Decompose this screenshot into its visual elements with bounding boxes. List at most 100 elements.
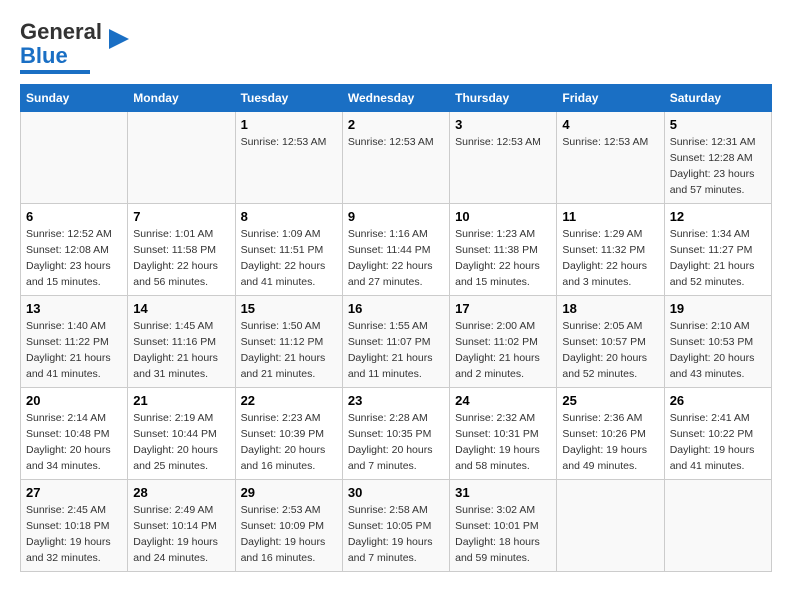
day-number: 23 — [348, 393, 444, 408]
calendar-cell: 25 Sunrise: 2:36 AMSunset: 10:26 PMDaylig… — [557, 388, 664, 480]
calendar-week-0: 1Sunrise: 12:53 AM2Sunrise: 12:53 AM3Sun… — [21, 112, 772, 204]
calendar-cell — [128, 112, 235, 204]
calendar-cell: 5Sunrise: 12:31 AMSunset: 12:28 AMDaylig… — [664, 112, 771, 204]
calendar-table: SundayMondayTuesdayWednesdayThursdayFrid… — [20, 84, 772, 572]
header-cell-monday: Monday — [128, 85, 235, 112]
header-cell-wednesday: Wednesday — [342, 85, 449, 112]
header-cell-saturday: Saturday — [664, 85, 771, 112]
calendar-cell: 11Sunrise: 1:29 AMSunset: 11:32 PMDaylig… — [557, 204, 664, 296]
calendar-week-3: 20 Sunrise: 2:14 AMSunset: 10:48 PMDaylig… — [21, 388, 772, 480]
calendar-cell: 31 Sunrise: 3:02 AMSunset: 10:01 PMDaylig… — [450, 480, 557, 572]
day-info: Sunrise: 12:53 AM — [241, 135, 337, 151]
calendar-week-2: 13Sunrise: 1:40 AMSunset: 11:22 PMDaylig… — [21, 296, 772, 388]
calendar-cell: 26 Sunrise: 2:41 AMSunset: 10:22 PMDaylig… — [664, 388, 771, 480]
day-info: Sunrise: 1:55 AMSunset: 11:07 PMDaylight… — [348, 319, 444, 382]
calendar-cell: 29 Sunrise: 2:53 AMSunset: 10:09 PMDaylig… — [235, 480, 342, 572]
calendar-cell: 20 Sunrise: 2:14 AMSunset: 10:48 PMDaylig… — [21, 388, 128, 480]
calendar-cell: 28Sunrise: 2:49 AMSunset: 10:14 PMDaylig… — [128, 480, 235, 572]
day-number: 1 — [241, 117, 337, 132]
day-number: 14 — [133, 301, 229, 316]
day-number: 15 — [241, 301, 337, 316]
day-info: Sunrise: 2:41 AMSunset: 10:22 PMDaylight… — [670, 411, 766, 474]
page-header: GeneralBlue — [20, 20, 772, 74]
day-info: Sunrise: 2:05 AMSunset: 10:57 PMDaylight… — [562, 319, 658, 382]
header-row: SundayMondayTuesdayWednesdayThursdayFrid… — [21, 85, 772, 112]
day-info: Sunrise: 2:53 AMSunset: 10:09 PMDaylight… — [241, 503, 337, 566]
day-number: 7 — [133, 209, 229, 224]
calendar-cell: 30 Sunrise: 2:58 AMSunset: 10:05 PMDaylig… — [342, 480, 449, 572]
calendar-cell: 1 Sunrise: 12:53 AM — [235, 112, 342, 204]
day-info: Sunrise: 2:10 AMSunset: 10:53 PMDaylight… — [670, 319, 766, 382]
calendar-cell: 21Sunrise: 2:19 AMSunset: 10:44 PMDaylig… — [128, 388, 235, 480]
logo-icon — [104, 24, 134, 54]
day-info: Sunrise: 2:28 AMSunset: 10:35 PMDaylight… — [348, 411, 444, 474]
day-info: Sunrise: 3:02 AMSunset: 10:01 PMDaylight… — [455, 503, 551, 566]
day-number: 20 — [26, 393, 122, 408]
calendar-cell: 4 Sunrise: 12:53 AM — [557, 112, 664, 204]
day-number: 30 — [348, 485, 444, 500]
calendar-header: SundayMondayTuesdayWednesdayThursdayFrid… — [21, 85, 772, 112]
day-info: Sunrise: 12:53 AM — [348, 135, 444, 151]
day-info: Sunrise: 12:52 AMSunset: 12:08 AMDayligh… — [26, 227, 122, 290]
day-info: Sunrise: 2:36 AMSunset: 10:26 PMDaylight… — [562, 411, 658, 474]
logo: GeneralBlue — [20, 20, 134, 74]
day-info: Sunrise: 1:23 AMSunset: 11:38 PMDaylight… — [455, 227, 551, 290]
day-info: Sunrise: 1:01 AMSunset: 11:58 PMDaylight… — [133, 227, 229, 290]
day-info: Sunrise: 2:58 AMSunset: 10:05 PMDaylight… — [348, 503, 444, 566]
calendar-cell: 3Sunrise: 12:53 AM — [450, 112, 557, 204]
calendar-cell: 14Sunrise: 1:45 AMSunset: 11:16 PMDaylig… — [128, 296, 235, 388]
logo-line — [20, 70, 90, 74]
day-info: Sunrise: 1:09 AMSunset: 11:51 PMDaylight… — [241, 227, 337, 290]
day-info: Sunrise: 2:14 AMSunset: 10:48 PMDaylight… — [26, 411, 122, 474]
header-cell-tuesday: Tuesday — [235, 85, 342, 112]
day-info: Sunrise: 2:19 AMSunset: 10:44 PMDaylight… — [133, 411, 229, 474]
day-number: 29 — [241, 485, 337, 500]
calendar-cell: 23 Sunrise: 2:28 AMSunset: 10:35 PMDaylig… — [342, 388, 449, 480]
day-info: Sunrise: 2:23 AMSunset: 10:39 PMDaylight… — [241, 411, 337, 474]
calendar-week-4: 27 Sunrise: 2:45 AMSunset: 10:18 PMDaylig… — [21, 480, 772, 572]
calendar-cell: 6 Sunrise: 12:52 AMSunset: 12:08 AMDaylig… — [21, 204, 128, 296]
day-number: 25 — [562, 393, 658, 408]
day-number: 9 — [348, 209, 444, 224]
day-info: Sunrise: 2:32 AMSunset: 10:31 PMDaylight… — [455, 411, 551, 474]
day-number: 4 — [562, 117, 658, 132]
calendar-cell: 22 Sunrise: 2:23 AMSunset: 10:39 PMDaylig… — [235, 388, 342, 480]
day-number: 19 — [670, 301, 766, 316]
header-cell-sunday: Sunday — [21, 85, 128, 112]
calendar-cell — [557, 480, 664, 572]
day-number: 10 — [455, 209, 551, 224]
day-number: 8 — [241, 209, 337, 224]
day-number: 18 — [562, 301, 658, 316]
day-info: Sunrise: 2:00 AMSunset: 11:02 PMDaylight… — [455, 319, 551, 382]
calendar-cell: 19 Sunrise: 2:10 AMSunset: 10:53 PMDaylig… — [664, 296, 771, 388]
logo-blue: Blue — [20, 43, 68, 68]
day-number: 22 — [241, 393, 337, 408]
day-number: 12 — [670, 209, 766, 224]
day-number: 26 — [670, 393, 766, 408]
calendar-cell: 2 Sunrise: 12:53 AM — [342, 112, 449, 204]
day-info: Sunrise: 1:40 AMSunset: 11:22 PMDaylight… — [26, 319, 122, 382]
calendar-cell: 27 Sunrise: 2:45 AMSunset: 10:18 PMDaylig… — [21, 480, 128, 572]
day-number: 17 — [455, 301, 551, 316]
calendar-cell — [664, 480, 771, 572]
logo-text: GeneralBlue — [20, 20, 102, 68]
calendar-cell: 7 Sunrise: 1:01 AMSunset: 11:58 PMDayligh… — [128, 204, 235, 296]
day-number: 27 — [26, 485, 122, 500]
day-info: Sunrise: 1:34 AMSunset: 11:27 PMDaylight… — [670, 227, 766, 290]
calendar-cell: 18 Sunrise: 2:05 AMSunset: 10:57 PMDaylig… — [557, 296, 664, 388]
calendar-cell: 9 Sunrise: 1:16 AMSunset: 11:44 PMDayligh… — [342, 204, 449, 296]
day-number: 24 — [455, 393, 551, 408]
calendar-cell: 24 Sunrise: 2:32 AMSunset: 10:31 PMDaylig… — [450, 388, 557, 480]
day-number: 3 — [455, 117, 551, 132]
day-number: 2 — [348, 117, 444, 132]
day-info: Sunrise: 1:29 AMSunset: 11:32 PMDaylight… — [562, 227, 658, 290]
header-cell-thursday: Thursday — [450, 85, 557, 112]
day-info: Sunrise: 2:45 AMSunset: 10:18 PMDaylight… — [26, 503, 122, 566]
day-number: 6 — [26, 209, 122, 224]
day-number: 31 — [455, 485, 551, 500]
day-info: Sunrise: 1:16 AMSunset: 11:44 PMDaylight… — [348, 227, 444, 290]
day-info: Sunrise: 12:53 AM — [562, 135, 658, 151]
calendar-cell: 8 Sunrise: 1:09 AMSunset: 11:51 PMDayligh… — [235, 204, 342, 296]
calendar-cell: 13Sunrise: 1:40 AMSunset: 11:22 PMDaylig… — [21, 296, 128, 388]
calendar-cell: 12 Sunrise: 1:34 AMSunset: 11:27 PMDaylig… — [664, 204, 771, 296]
